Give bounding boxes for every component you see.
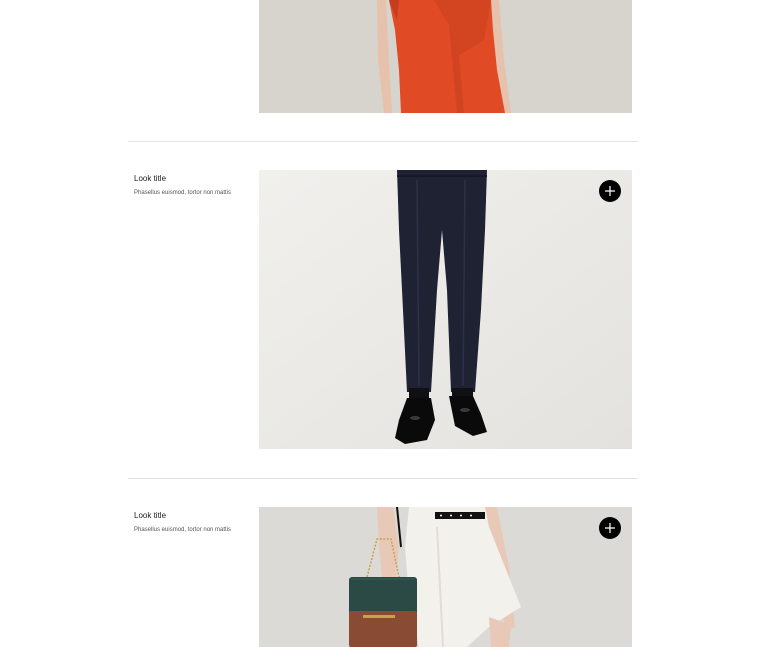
plus-icon xyxy=(605,186,615,196)
look-divider-2 xyxy=(128,478,638,479)
look-info-2: Look title Phasellus euismod, tortor non… xyxy=(134,174,252,197)
add-look-button[interactable] xyxy=(599,180,621,202)
plus-icon xyxy=(605,523,615,533)
look-title: Look title xyxy=(134,174,167,183)
look-divider-1 xyxy=(128,141,638,142)
add-look-button[interactable] xyxy=(599,517,621,539)
look-title: Look title xyxy=(134,511,167,520)
look-subtitle: Phasellus euismod, tortor non mattis xyxy=(134,527,232,533)
look-image-1[interactable] xyxy=(259,0,632,113)
look-image-3[interactable] xyxy=(259,507,632,647)
white-skirt-bag-photo xyxy=(259,507,632,647)
look-subtitle: Phasellus euismod, tortor non mattis xyxy=(134,190,232,196)
look-info-3: Look title Phasellus euismod, tortor non… xyxy=(134,511,252,534)
navy-trousers-photo xyxy=(259,170,632,449)
look-image-2[interactable] xyxy=(259,170,632,449)
red-dress-photo xyxy=(259,0,632,113)
